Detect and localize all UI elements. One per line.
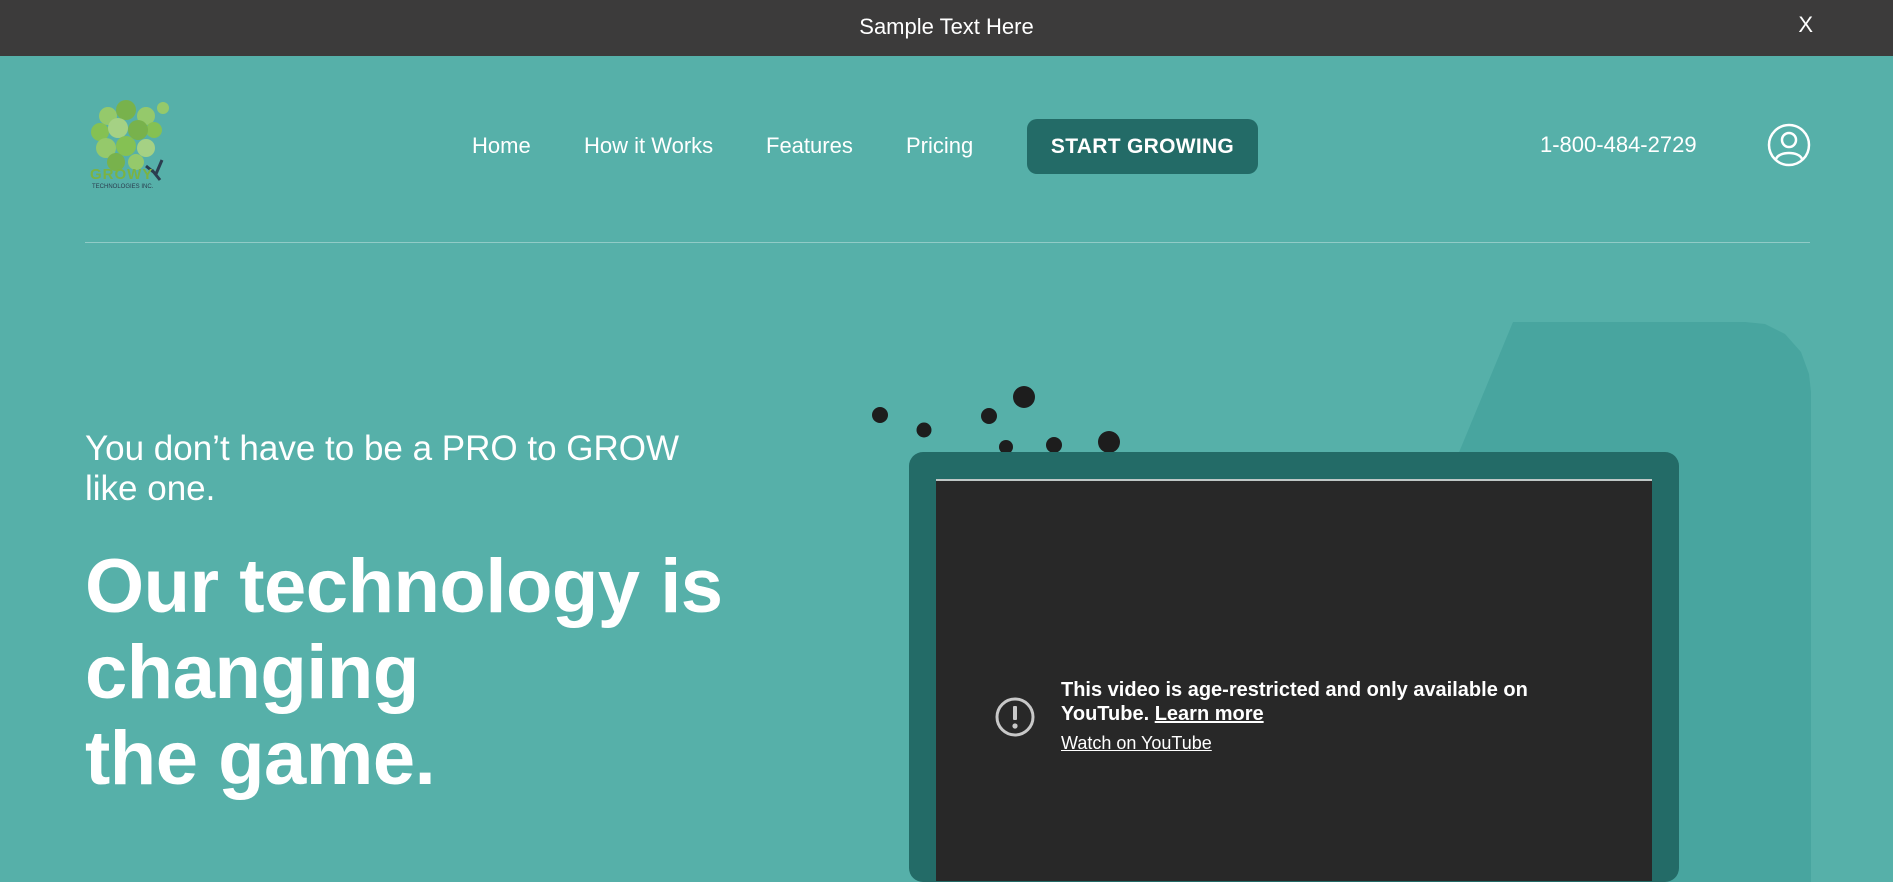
hero-headline-line: the game. [85, 716, 436, 801]
video-message-text: This video is age-restricted and only av… [1061, 679, 1528, 725]
nav-how-it-works[interactable]: How it Works [584, 133, 713, 159]
hero-headline-line: Our technology is [85, 544, 723, 629]
hero-subheading-line: like one. [85, 469, 216, 508]
announcement-bar: Sample Text Here X [0, 0, 1893, 56]
watch-on-youtube-link[interactable]: Watch on YouTube [1061, 733, 1212, 754]
nav-features[interactable]: Features [766, 133, 853, 159]
header-divider [85, 242, 1810, 243]
phone-number[interactable]: 1-800-484-2729 [1540, 132, 1697, 158]
exclamation-circle-icon [994, 696, 1036, 738]
logo-name: GROWY [90, 166, 154, 183]
hero-subheading: You don’t have to be a PRO to GROW like … [85, 429, 725, 509]
site-logo[interactable]: GROWY TECHNOLOGIES INC. [88, 96, 184, 196]
decorative-dots [872, 386, 1120, 454]
video-restricted-message: This video is age-restricted and only av… [1061, 678, 1561, 726]
announcement-close-button[interactable]: X [1798, 12, 1813, 38]
hero-headline-line: changing [85, 630, 419, 715]
hero-subheading-line: You don’t have to be a PRO to GROW [85, 429, 680, 468]
logo-tagline: TECHNOLOGIES INC. [92, 184, 154, 190]
nav-pricing[interactable]: Pricing [906, 133, 973, 159]
nav-home[interactable]: Home [472, 133, 531, 159]
video-player[interactable]: This video is age-restricted and only av… [936, 479, 1652, 881]
start-growing-button[interactable]: START GROWING [1027, 119, 1258, 174]
user-circle-icon[interactable] [1767, 123, 1811, 167]
learn-more-link[interactable]: Learn more [1155, 703, 1264, 725]
hero-headline: Our technology is changing the game. [85, 544, 785, 802]
announcement-text: Sample Text Here [859, 14, 1034, 39]
